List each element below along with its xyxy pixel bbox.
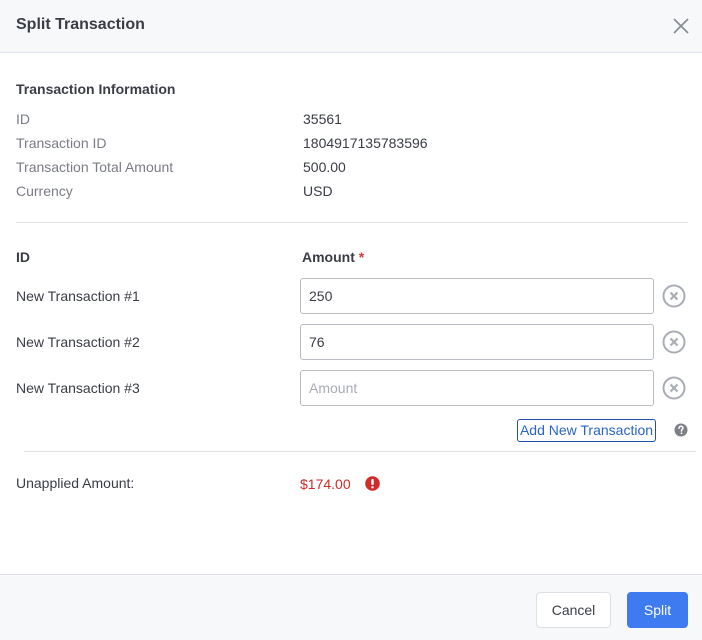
dialog-footer: Cancel Split [0, 574, 702, 640]
amount-input[interactable] [300, 278, 654, 314]
transaction-info-title: Transaction Information [16, 81, 176, 97]
split-row: New Transaction #2 [0, 324, 702, 360]
split-row-label: New Transaction #3 [16, 380, 140, 396]
cancel-button[interactable]: Cancel [536, 592, 611, 628]
unapplied-amount-value: $174.00 [300, 476, 351, 492]
info-row-transaction-id: Transaction ID 1804917135783596 [16, 135, 696, 153]
circle-x-icon [662, 284, 686, 308]
remove-row-button[interactable] [662, 330, 686, 354]
info-label: Transaction ID [16, 135, 107, 151]
amount-column-header: Amount * [302, 249, 364, 265]
amount-header-label: Amount [302, 249, 355, 265]
info-row-id: ID 35561 [16, 111, 696, 129]
info-value: USD [303, 183, 333, 199]
info-row-currency: Currency USD [16, 183, 696, 201]
split-row: New Transaction #1 [0, 278, 702, 314]
circle-x-icon [662, 376, 686, 400]
info-row-total-amount: Transaction Total Amount 500.00 [16, 159, 696, 177]
required-marker: * [358, 249, 365, 265]
add-new-transaction-button[interactable]: Add New Transaction [517, 419, 656, 442]
info-value: 500.00 [303, 159, 346, 175]
info-label: Transaction Total Amount [16, 159, 174, 175]
circle-x-icon [662, 330, 686, 354]
section-divider [16, 222, 688, 223]
exclamation-circle-icon [365, 476, 380, 491]
amount-input[interactable] [300, 370, 654, 406]
close-button[interactable] [670, 15, 692, 37]
dialog-title: Split Transaction [16, 16, 145, 33]
split-button[interactable]: Split [627, 592, 688, 628]
unapplied-amount-label: Unapplied Amount: [16, 475, 135, 491]
info-value: 35561 [303, 111, 342, 127]
split-row-label: New Transaction #2 [16, 334, 140, 350]
summary-divider [24, 451, 696, 452]
id-column-header: ID [16, 249, 30, 265]
remove-row-button[interactable] [662, 284, 686, 308]
close-icon [673, 18, 689, 34]
info-label: ID [16, 111, 30, 127]
amount-input[interactable] [300, 324, 654, 360]
info-label: Currency [16, 183, 73, 199]
help-button[interactable] [674, 423, 688, 437]
dialog-header: Split Transaction [0, 0, 702, 53]
info-value: 1804917135783596 [303, 135, 428, 151]
remove-row-button[interactable] [662, 376, 686, 400]
split-row-label: New Transaction #1 [16, 288, 140, 304]
split-row: New Transaction #3 [0, 370, 702, 406]
question-circle-icon [674, 423, 688, 437]
